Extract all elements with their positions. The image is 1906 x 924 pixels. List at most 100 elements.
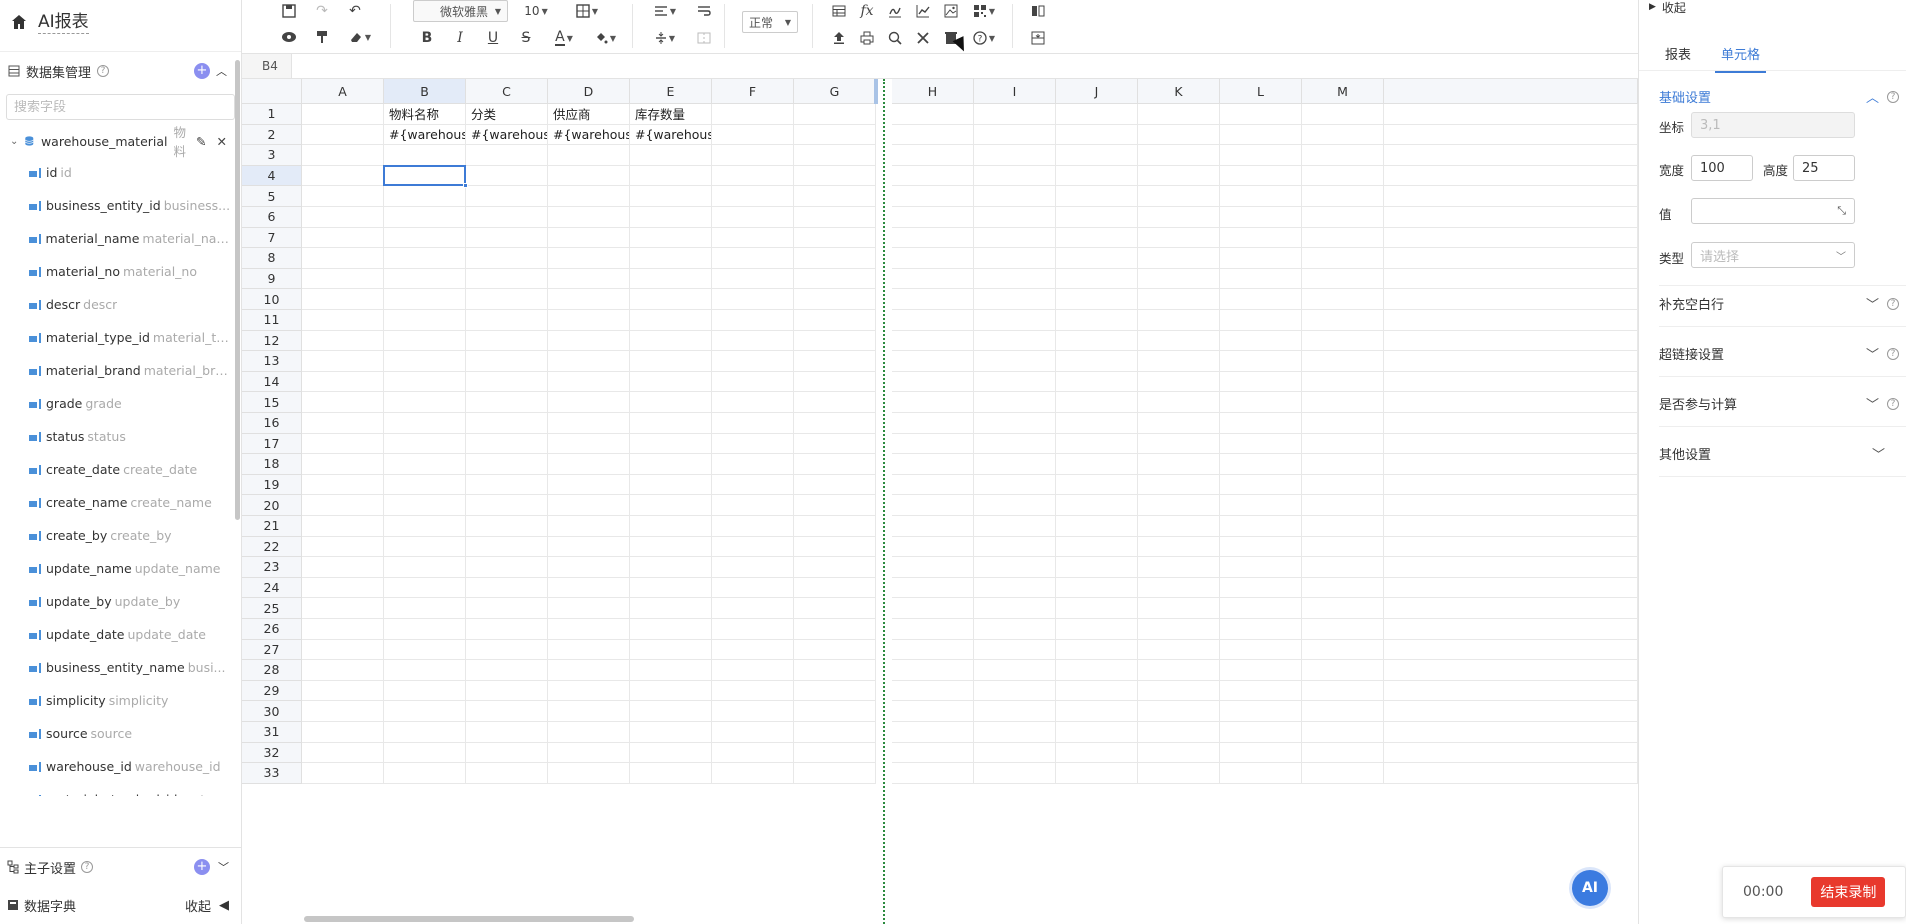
print-icon[interactable] xyxy=(855,27,879,49)
grid-cell[interactable]: #{warehouse_ xyxy=(384,124,466,146)
grid-cell[interactable] xyxy=(712,289,794,310)
grid-cell[interactable] xyxy=(712,577,794,599)
section-basic-settings[interactable]: 基础设置 ︿? xyxy=(1659,87,1899,106)
grid-cell[interactable] xyxy=(466,701,548,722)
grid-cell[interactable] xyxy=(1220,660,1302,681)
grid-cell[interactable] xyxy=(712,474,794,496)
grid-cell[interactable] xyxy=(974,371,1056,393)
grid-cell[interactable] xyxy=(892,330,974,352)
section-calculation[interactable]: 是否参与计算 ﹀? xyxy=(1659,394,1899,413)
grid-cell[interactable] xyxy=(302,227,384,249)
grid-cell[interactable] xyxy=(384,248,466,269)
grid-cell[interactable] xyxy=(1056,701,1138,722)
grid-cell[interactable] xyxy=(712,433,794,455)
grid-cell[interactable] xyxy=(1138,433,1220,455)
grid-cell[interactable] xyxy=(712,495,794,516)
grid-cell[interactable] xyxy=(1220,227,1302,249)
row-header[interactable]: 15 xyxy=(242,392,302,413)
grid-cell[interactable] xyxy=(548,207,630,228)
grid-cell[interactable] xyxy=(466,145,548,166)
grid-cell[interactable] xyxy=(1302,289,1384,310)
grid-cell[interactable] xyxy=(892,742,974,764)
grid-cell[interactable] xyxy=(630,701,712,722)
grid-cell[interactable] xyxy=(892,392,974,413)
help-icon[interactable]: ? ▼ xyxy=(967,27,1001,49)
grid-cell[interactable] xyxy=(974,454,1056,475)
grid-cell[interactable] xyxy=(384,516,466,537)
grid-cell[interactable] xyxy=(712,104,794,125)
grid-cell[interactable] xyxy=(1138,516,1220,537)
grid-cell[interactable] xyxy=(384,577,466,599)
width-field[interactable]: 100 xyxy=(1691,155,1753,181)
grid-cell[interactable] xyxy=(1056,371,1138,393)
grid-cell[interactable] xyxy=(630,351,712,372)
grid-cell[interactable] xyxy=(1302,516,1384,537)
grid-cell[interactable] xyxy=(302,330,384,352)
grid-cell[interactable] xyxy=(712,598,794,619)
grid-cell[interactable] xyxy=(384,268,466,290)
section-fill-blank-rows[interactable]: 补充空白行 ﹀? xyxy=(1659,294,1899,313)
grid-cell[interactable] xyxy=(794,207,876,228)
grid-cell[interactable] xyxy=(1056,619,1138,640)
grid-cell[interactable] xyxy=(892,433,974,455)
grid-cell[interactable] xyxy=(384,619,466,640)
grid-cell[interactable] xyxy=(1302,680,1384,702)
grid-cell[interactable] xyxy=(794,680,876,702)
grid-cell[interactable] xyxy=(1302,577,1384,599)
grid-cell[interactable] xyxy=(974,660,1056,681)
grid-cell[interactable] xyxy=(892,310,974,331)
grid-cell[interactable] xyxy=(1302,104,1384,125)
grid-cell[interactable] xyxy=(302,639,384,661)
grid-cell[interactable] xyxy=(384,310,466,331)
tab-report[interactable]: 报表 xyxy=(1659,40,1697,73)
grid-cell[interactable] xyxy=(1384,248,1638,269)
grid-cell[interactable] xyxy=(302,598,384,619)
grid-cell[interactable] xyxy=(712,557,794,578)
row-header[interactable]: 23 xyxy=(242,557,302,578)
grid-cell[interactable] xyxy=(974,557,1056,578)
row-header[interactable]: 6 xyxy=(242,207,302,228)
grid-cell[interactable] xyxy=(466,433,548,455)
grid-cell[interactable] xyxy=(794,660,876,681)
field-item[interactable]: business_entity_name busi... xyxy=(0,651,241,684)
grid-cell[interactable] xyxy=(1056,289,1138,310)
grid-cell[interactable] xyxy=(384,660,466,681)
grid-cell[interactable] xyxy=(1056,557,1138,578)
grid-cell[interactable] xyxy=(1220,289,1302,310)
grid-cell[interactable] xyxy=(974,124,1056,146)
grid-cell[interactable] xyxy=(302,351,384,372)
grid-cell[interactable] xyxy=(1384,145,1638,166)
close-icon[interactable]: ✕ xyxy=(217,134,227,149)
row-header[interactable]: 22 xyxy=(242,536,302,558)
grid-cell[interactable] xyxy=(302,124,384,146)
grid-cell[interactable] xyxy=(974,268,1056,290)
grid-cell[interactable] xyxy=(384,392,466,413)
grid-cell[interactable] xyxy=(548,577,630,599)
grid-cell[interactable] xyxy=(1384,433,1638,455)
tab-cell[interactable]: 单元格 xyxy=(1715,40,1767,73)
grid-cell[interactable] xyxy=(630,763,712,784)
grid-cell[interactable] xyxy=(712,701,794,722)
fill-handle[interactable] xyxy=(463,183,468,189)
grid-cell[interactable] xyxy=(384,639,466,661)
preview-icon[interactable] xyxy=(277,26,301,48)
grid-cell[interactable] xyxy=(302,557,384,578)
row-header[interactable]: 29 xyxy=(242,680,302,702)
row-header[interactable]: 20 xyxy=(242,495,302,516)
grid-cell[interactable] xyxy=(1056,268,1138,290)
grid-cell[interactable] xyxy=(794,371,876,393)
grid-cell[interactable] xyxy=(302,207,384,228)
grid-cell[interactable] xyxy=(384,413,466,434)
grid-cell[interactable] xyxy=(892,577,974,599)
grid-cell[interactable] xyxy=(630,433,712,455)
grid-cell[interactable] xyxy=(892,557,974,578)
grid-cell[interactable] xyxy=(466,763,548,784)
section-other[interactable]: 其他设置 ﹀ xyxy=(1659,444,1899,463)
grid-cell[interactable]: 分类 xyxy=(466,104,548,125)
row-header[interactable]: 26 xyxy=(242,619,302,640)
field-item[interactable]: id id xyxy=(0,156,241,189)
expand-icon[interactable]: ⤡ xyxy=(1837,204,1846,218)
column-header[interactable]: C xyxy=(466,79,548,104)
grid-cell[interactable] xyxy=(384,722,466,743)
grid-cell[interactable] xyxy=(1138,474,1220,496)
